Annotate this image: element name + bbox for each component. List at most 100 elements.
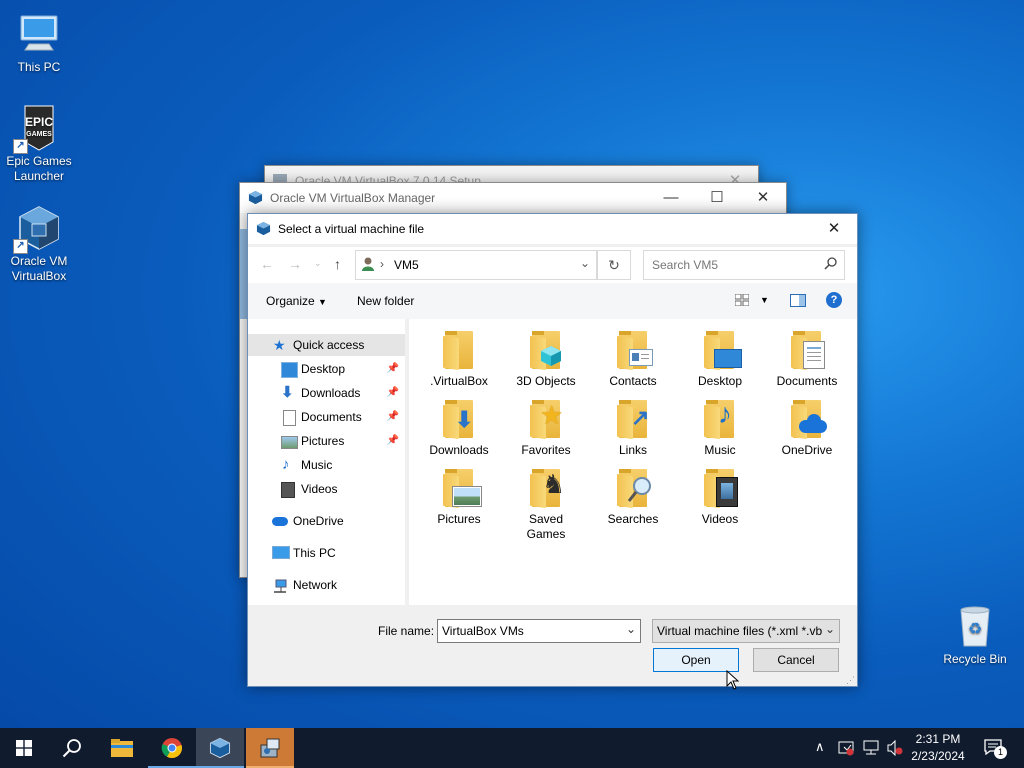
pin-icon: 📌 (386, 411, 399, 422)
nav-quick-access[interactable]: ★ Quick access (248, 334, 405, 356)
action-center-button[interactable]: 1 (980, 736, 1008, 760)
documents-icon (283, 410, 296, 426)
nav-this-pc[interactable]: This PC (248, 542, 405, 564)
recent-chevron-icon[interactable]: ⌄ (314, 258, 322, 269)
file-list: .VirtualBox 3D Objects Contacts Desktop … (409, 319, 857, 605)
file-name: Saved Games (526, 512, 566, 541)
desktop-icon-recycle-bin[interactable]: ♻ Recycle Bin (938, 602, 1012, 667)
organize-button[interactable]: Organize ▼ (266, 294, 327, 308)
desktop-icon-label: Recycle Bin (943, 652, 1007, 666)
nav-videos[interactable]: Videos (248, 478, 405, 500)
taskbar-virtualbox[interactable] (196, 728, 244, 768)
videos-film-icon (281, 482, 295, 498)
onedrive-folder-icon (791, 400, 827, 440)
file-item[interactable]: OneDrive (765, 400, 849, 458)
file-type-select[interactable]: Virtual machine files (*.xml *.vb ⌄ (652, 619, 840, 643)
manager-close-button[interactable]: ✕ (740, 183, 786, 213)
clock[interactable]: 2:31 PM 2/23/2024 (906, 731, 970, 765)
resize-grip-icon[interactable]: ⋰ (846, 675, 855, 686)
recycle-bin-icon: ♻ (951, 602, 999, 650)
file-item[interactable]: ↗ Links (591, 400, 675, 458)
file-name-dropdown-icon[interactable]: ⌄ (626, 622, 636, 636)
nav-desktop[interactable]: Desktop 📌 (248, 358, 405, 380)
nav-documents[interactable]: Documents 📌 (248, 406, 405, 428)
manager-maximize-button[interactable]: ☐ (694, 183, 740, 213)
start-button[interactable] (0, 728, 48, 768)
help-icon[interactable]: ? (826, 292, 842, 308)
taskbar-chrome[interactable] (148, 728, 196, 768)
file-item[interactable]: .VirtualBox (417, 331, 501, 389)
windows-logo-icon (16, 740, 32, 756)
view-options-icon[interactable] (734, 293, 750, 309)
file-explorer-icon (111, 739, 133, 757)
dialog-title: Select a virtual machine file (278, 222, 425, 236)
refresh-button[interactable]: ↻ (597, 250, 631, 280)
open-button[interactable]: Open (653, 648, 739, 672)
new-folder-button[interactable]: New folder (357, 294, 414, 308)
search-button[interactable] (48, 728, 96, 768)
desktop-icon-virtualbox[interactable]: ↗ Oracle VM VirtualBox (2, 204, 76, 284)
forward-arrow-icon[interactable]: → (288, 256, 302, 272)
select-vm-file-dialog[interactable]: Select a virtual machine file ✕ ← → ⌄ ↑ … (247, 213, 858, 687)
this-pc-icon (272, 546, 290, 559)
virtualbox-icon: ↗ (13, 204, 63, 254)
taskbar-installer[interactable] (246, 728, 294, 768)
file-item[interactable]: Desktop (678, 331, 762, 389)
user-folder-icon (361, 257, 375, 275)
desktop-icon-label: Epic Games Launcher (6, 154, 72, 183)
3d-objects-folder-icon (530, 331, 562, 371)
network-icon[interactable] (862, 740, 880, 756)
preview-pane-icon[interactable] (790, 294, 806, 310)
back-arrow-icon[interactable]: ← (260, 256, 274, 272)
security-warning-icon[interactable] (838, 740, 854, 756)
links-folder-icon: ↗ (617, 400, 649, 440)
pictures-folder-icon (443, 469, 482, 509)
address-bar[interactable]: › VM5 ⌄ (355, 250, 597, 280)
file-item[interactable]: Videos (678, 469, 762, 527)
desktop-icon-this-pc[interactable]: This PC (2, 10, 76, 75)
cancel-button[interactable]: Cancel (753, 648, 839, 672)
shortcut-arrow-icon: ↗ (13, 239, 28, 254)
music-folder-icon: ♪ (704, 400, 736, 440)
address-dropdown-icon[interactable]: ⌄ (580, 256, 590, 270)
file-type-dropdown-icon[interactable]: ⌄ (824, 622, 835, 636)
svg-text:EPIC: EPIC (25, 115, 53, 129)
show-hidden-icons-chevron[interactable]: ∧ (815, 739, 825, 755)
search-input[interactable]: Search VM5 (652, 258, 718, 272)
dialog-close-button[interactable]: ✕ (811, 214, 857, 244)
file-item[interactable]: 3D Objects (504, 331, 588, 389)
file-item[interactable]: ★ Favorites (504, 400, 588, 458)
searches-folder-icon (617, 469, 651, 509)
file-item[interactable]: Documents (765, 331, 849, 389)
up-arrow-icon[interactable]: ↑ (334, 256, 341, 272)
file-item[interactable]: ♪ Music (678, 400, 762, 458)
search-box[interactable]: Search VM5 (643, 250, 845, 280)
desktop-folder-icon (704, 331, 742, 371)
nav-onedrive[interactable]: OneDrive (248, 510, 405, 532)
nav-pictures[interactable]: Pictures 📌 (248, 430, 405, 452)
network-icon (272, 578, 287, 593)
file-item[interactable]: Searches (591, 469, 675, 527)
chrome-icon (161, 738, 182, 759)
command-toolbar: Organize ▼ New folder ▼ ? (248, 283, 857, 319)
nav-network[interactable]: Network (248, 574, 405, 596)
file-item[interactable]: ⬇ Downloads (417, 400, 501, 458)
desktop-icon-label: This PC (17, 60, 61, 74)
manager-minimize-button[interactable]: — (648, 183, 694, 213)
file-item[interactable]: ♞ Saved Games (504, 469, 588, 542)
address-path[interactable]: VM5 (394, 258, 419, 272)
taskbar: ∧ 2:31 PM 2/23/2024 1 (0, 728, 1024, 768)
volume-muted-icon[interactable] (886, 740, 904, 756)
documents-folder-icon (791, 331, 825, 371)
file-name-input[interactable]: VirtualBox VMs ⌄ (437, 619, 641, 643)
taskbar-file-explorer[interactable] (98, 728, 146, 768)
nav-music[interactable]: ♪ Music (248, 454, 405, 476)
downloads-arrow-icon: ⬇ (281, 384, 294, 401)
manager-title: Oracle VM VirtualBox Manager (270, 191, 436, 205)
file-item[interactable]: Contacts (591, 331, 675, 389)
file-item[interactable]: Pictures (417, 469, 501, 527)
view-dropdown-icon[interactable]: ▼ (760, 295, 769, 305)
desktop-icon-epic-games[interactable]: EPIC GAMES ↗ Epic Games Launcher (2, 104, 76, 184)
pictures-icon (281, 436, 298, 449)
nav-downloads[interactable]: ⬇ Downloads 📌 (248, 382, 405, 404)
